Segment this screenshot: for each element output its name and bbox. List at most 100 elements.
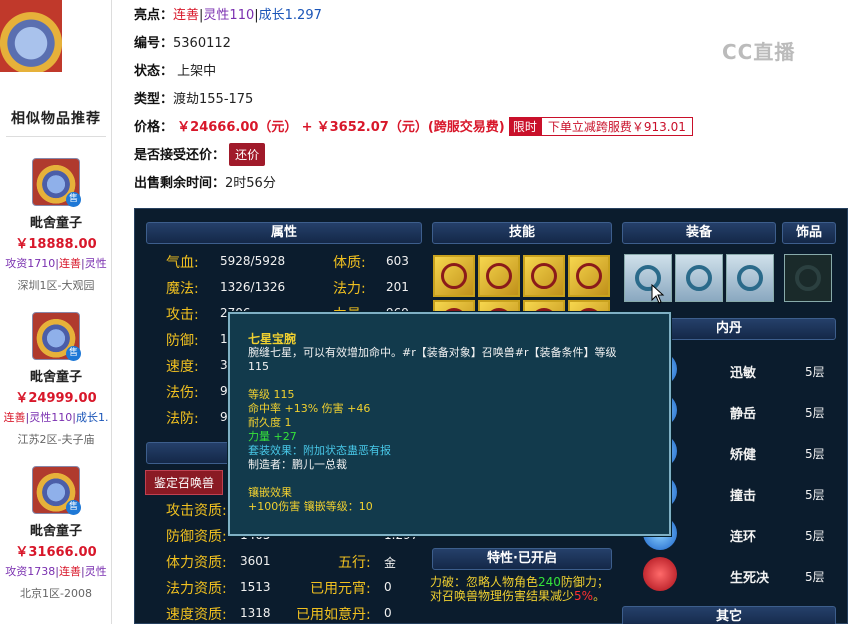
- item-name[interactable]: 毗舍童子: [0, 520, 112, 539]
- neidan-level: 5层: [805, 365, 825, 379]
- similar-item-3[interactable]: 售 毗舍童子 ￥31666.00 攻资1738|连善|灵性 北京1区-2008: [0, 466, 112, 601]
- ruyidan-label: 已用如意丹:: [296, 607, 371, 623]
- identify-pet-button[interactable]: 鉴定召唤兽: [145, 470, 224, 495]
- aptitude-label: 体力资质:: [166, 555, 227, 571]
- attr-value: 9: [220, 384, 228, 398]
- yuanxiao-value: 0: [384, 580, 392, 594]
- bargain-row: 是否接受还价： 还价: [134, 143, 266, 166]
- accessory-slot-icon[interactable]: [784, 254, 832, 302]
- tooltip-description: 腕缝七星，可以有效增加命中。#r【装备对象】召唤兽#r【装备条件】等级: [248, 346, 617, 359]
- header-accessory: 饰品: [782, 222, 836, 244]
- neidan-level: 5层: [805, 570, 825, 584]
- item-price: ￥31666.00: [15, 545, 97, 560]
- item-tooltip: 七星宝腕 腕缝七星，可以有效增加命中。#r【装备对象】召唤兽#r【装备条件】等级…: [228, 312, 671, 536]
- header-special: 特性·已开启: [432, 548, 612, 570]
- item-tags: 攻资1738|连善|灵性: [5, 565, 107, 578]
- neidan-name: 连环: [730, 530, 757, 545]
- skill-slot-4-icon[interactable]: [568, 255, 610, 297]
- skill-slot-3-icon[interactable]: [523, 255, 565, 297]
- remain-row: 出售剩余时间：2时56分: [134, 176, 276, 191]
- item-name[interactable]: 毗舍童子: [0, 366, 112, 385]
- attr-value: 5928/5928: [220, 254, 286, 268]
- sale-badge: 售: [66, 500, 81, 515]
- neidan-name: 迅敏: [730, 366, 757, 381]
- attr-value: 1: [220, 332, 228, 346]
- pet-avatar-icon[interactable]: 售: [32, 312, 81, 361]
- similar-item-1[interactable]: 售 毗舍童子 ￥18888.00 攻资1710|连善|灵性 深圳1区-大观园: [0, 158, 112, 293]
- sidebar: 相似物品推荐 售 毗舍童子 ￥18888.00 攻资1710|连善|灵性 深圳1…: [0, 0, 112, 624]
- item-tags: 连善|灵性110|成长1.: [3, 411, 109, 424]
- neidan-level: 5层: [805, 447, 825, 461]
- page-root: 相似物品推荐 售 毗舍童子 ￥18888.00 攻资1710|连善|灵性 深圳1…: [0, 0, 860, 624]
- similar-item-2[interactable]: 售 毗舍童子 ￥24999.00 连善|灵性110|成长1. 江苏2区-夫子庙: [0, 312, 112, 447]
- aptitude-value: 3601: [240, 554, 271, 568]
- neidan-name: 生死决: [730, 571, 770, 586]
- element-value: 金: [384, 556, 397, 570]
- aptitude-value: 1318: [240, 606, 271, 620]
- attr-label: 气血:: [166, 255, 199, 271]
- attr-label: 速度:: [166, 359, 199, 375]
- item-server: 深圳1区-大观园: [17, 279, 95, 292]
- bargain-button[interactable]: 还价: [229, 143, 266, 166]
- pet-avatar-icon[interactable]: 售: [32, 158, 81, 207]
- skill-slot-1-icon[interactable]: [433, 255, 475, 297]
- id-row: 编号：5360112: [134, 36, 231, 51]
- attr-value: 9: [220, 410, 228, 424]
- mouse-cursor-icon: [651, 284, 665, 304]
- aptitude-label: 攻击资质:: [166, 503, 227, 519]
- attr-label: 防御:: [166, 333, 199, 349]
- attr-label: 魔法:: [166, 281, 199, 297]
- tooltip-line: 耐久度 1: [248, 416, 292, 429]
- aptitude-value: 1513: [240, 580, 271, 594]
- tooltip-line: 套装效果：附加状态蛊恶有报: [248, 444, 391, 457]
- header-equipment: 装备: [622, 222, 776, 244]
- neidan-level: 5层: [805, 488, 825, 502]
- pet-portrait-icon: [0, 0, 62, 72]
- tooltip-line: 等级 115: [248, 388, 295, 401]
- tooltip-description-2: 115: [248, 360, 269, 373]
- equipment-collar-icon[interactable]: [726, 254, 774, 302]
- item-name[interactable]: 毗舍童子: [0, 212, 112, 231]
- attr-value: 3: [220, 358, 228, 372]
- sale-badge: 售: [66, 346, 81, 361]
- aptitude-label: 速度资质:: [166, 607, 227, 623]
- attr-value: 603: [386, 254, 409, 268]
- sale-badge: 售: [66, 192, 81, 207]
- pet-avatar-icon[interactable]: 售: [32, 466, 81, 515]
- attr-value: 1326/1326: [220, 280, 286, 294]
- neidan-orb-icon[interactable]: [643, 557, 677, 591]
- item-price: ￥18888.00: [15, 237, 97, 252]
- tooltip-spacer: [248, 472, 669, 486]
- yuanxiao-label: 已用元宵:: [310, 581, 371, 597]
- price-row: 价格： ￥24666.00（元） + ￥3652.07（元）(跨服交易费) 限时…: [134, 116, 693, 136]
- neidan-name: 静岳: [730, 407, 757, 422]
- tooltip-line: 制造者：鹏儿一总裁: [248, 458, 347, 471]
- attr-label: 法力:: [333, 281, 366, 297]
- element-label: 五行:: [338, 555, 371, 571]
- item-tags: 攻资1710|连善|灵性: [5, 257, 107, 270]
- skill-slot-2-icon[interactable]: [478, 255, 520, 297]
- equipment-bracelet-icon[interactable]: [675, 254, 723, 302]
- special-description: 力破：忽略人物角色240防御力； 对召唤兽物理伤害结果减少5%。: [430, 575, 609, 603]
- neidan-name: 矫健: [730, 448, 757, 463]
- tooltip-line: 镶嵌效果: [248, 486, 292, 499]
- item-server: 江苏2区-夫子庙: [17, 433, 95, 446]
- attr-label: 攻击:: [166, 307, 199, 323]
- attr-label: 法伤:: [166, 385, 199, 401]
- attr-label: 法防:: [166, 411, 199, 427]
- tooltip-line: +100伤害 镶嵌等级：10: [248, 500, 373, 513]
- watermark-logo: CC直播: [722, 40, 796, 64]
- aptitude-label: 法力资质:: [166, 581, 227, 597]
- status-row: 状态： 上架中: [134, 64, 217, 79]
- highlights-row: 亮点：连善|灵性110|成长1.297: [134, 8, 322, 23]
- tooltip-line: 力量 +27: [248, 430, 297, 443]
- divider: [6, 136, 106, 137]
- header-other: 其它: [622, 606, 836, 624]
- header-skills: 技能: [432, 222, 612, 244]
- similar-items-title: 相似物品推荐: [11, 111, 101, 127]
- neidan-level: 5层: [805, 406, 825, 420]
- attr-label: 体质:: [333, 255, 366, 271]
- limited-badge: 限时: [508, 117, 541, 136]
- header-attributes: 属性: [146, 222, 422, 244]
- tooltip-title: 七星宝腕: [248, 332, 297, 346]
